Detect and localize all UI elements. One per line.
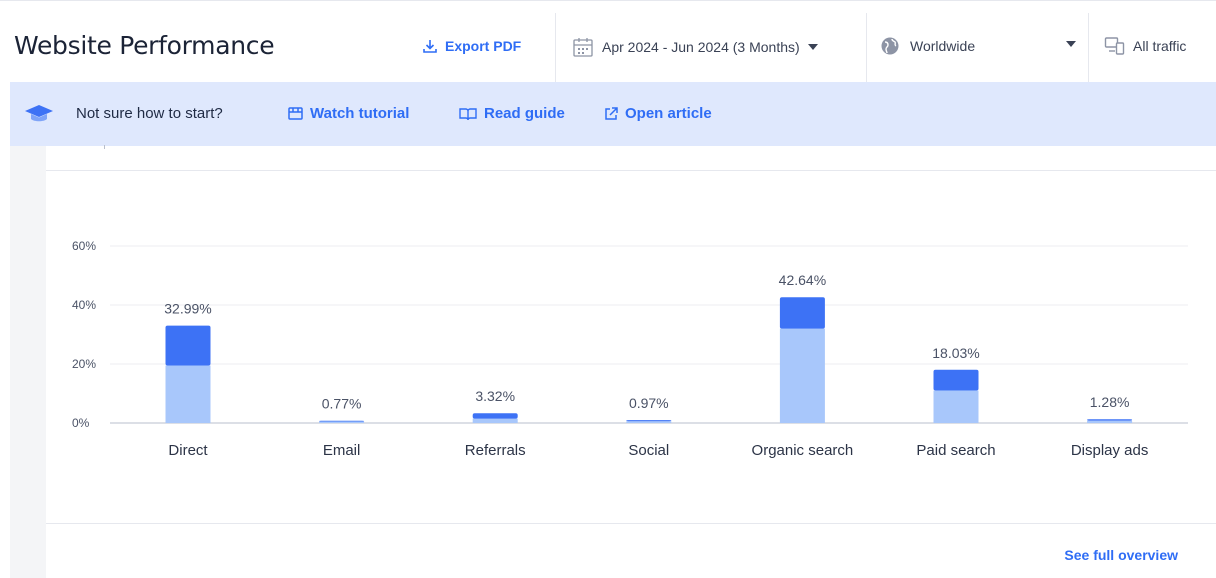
- see-full-overview-link[interactable]: See full overview: [1064, 547, 1178, 563]
- x-category-label: Display ads: [1071, 442, 1149, 459]
- bar-value-label: 1.28%: [1090, 394, 1130, 410]
- x-category-label: Direct: [168, 442, 208, 459]
- x-category-label: Paid search: [916, 442, 995, 459]
- bar-value-label: 42.64%: [779, 272, 826, 288]
- bar-value-label: 32.99%: [164, 301, 211, 317]
- bar-segment-dark: [165, 325, 211, 366]
- bar-segment-light: [933, 390, 979, 423]
- bar-segment-dark: [779, 297, 825, 329]
- bar-segment-light: [626, 421, 672, 423]
- bar-segment-light: [319, 421, 365, 423]
- bar-value-label: 3.32%: [475, 388, 515, 404]
- bar-value-label: 18.03%: [932, 345, 979, 361]
- bar-value-label: 0.97%: [629, 395, 669, 411]
- bar-segment-dark: [472, 413, 518, 419]
- x-category-label: Social: [628, 442, 669, 459]
- x-category-label: Referrals: [465, 442, 526, 459]
- bar-segment-light: [472, 418, 518, 423]
- bar-segment-light: [779, 328, 825, 423]
- x-category-label: Organic search: [752, 442, 854, 459]
- bar-segment-dark: [1087, 419, 1133, 421]
- y-tick-label: 20%: [72, 357, 96, 371]
- y-tick-label: 0%: [72, 416, 90, 430]
- y-tick-label: 60%: [72, 239, 96, 253]
- y-tick-label: 40%: [72, 298, 96, 312]
- x-category-label: Email: [323, 442, 361, 459]
- bar-segment-dark: [933, 369, 979, 391]
- bar-segment-dark: [319, 420, 365, 422]
- bar-segment-dark: [626, 420, 672, 422]
- bar-segment-light: [165, 365, 211, 423]
- bar-segment-light: [1087, 420, 1133, 423]
- bar-value-label: 0.77%: [322, 396, 362, 412]
- traffic-channels-chart: 0% 20% 40% 60% 32.99% Direct 0.77% Email 3.32% R…: [72, 239, 1188, 459]
